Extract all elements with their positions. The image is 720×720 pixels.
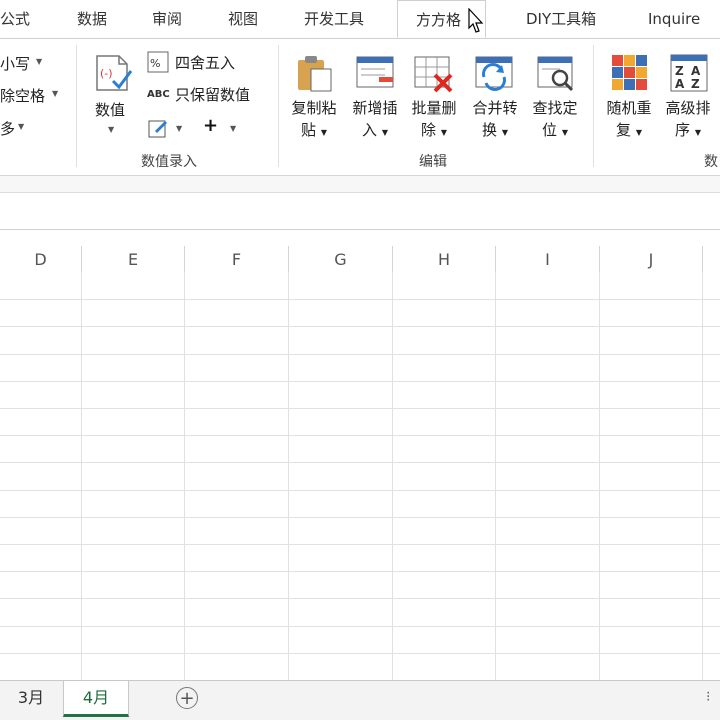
group-label-edit: 编辑 <box>419 154 447 170</box>
row-gridline <box>0 598 720 599</box>
keep-values-button[interactable]: 只保留数值 <box>175 84 250 105</box>
svg-text:Z: Z <box>675 64 684 78</box>
row-gridline <box>0 381 720 382</box>
chevron-down-icon: ▼ <box>176 124 183 133</box>
column-gridline <box>81 272 82 680</box>
row-gridline <box>0 653 720 654</box>
lowercase-button[interactable]: 小写 <box>0 53 30 74</box>
tab-view[interactable]: 视图 <box>228 0 258 38</box>
tab-inquire[interactable]: Inquire <box>648 0 700 38</box>
column-header-f[interactable]: F <box>185 246 289 272</box>
column-gridline <box>702 272 703 680</box>
chevron-down-icon: ▼ <box>52 89 59 98</box>
svg-text:%: % <box>150 57 160 70</box>
round-icon: % <box>147 51 169 73</box>
tab-developer[interactable]: 开发工具 <box>304 0 364 38</box>
row-gridline <box>0 544 720 545</box>
chevron-down-icon: ▼ <box>230 124 237 133</box>
column-header-g[interactable]: G <box>289 246 393 272</box>
svg-text:Z: Z <box>691 77 700 91</box>
clipboard-paste-icon <box>298 56 332 92</box>
row-gridline <box>0 462 720 463</box>
row-gridline <box>0 571 720 572</box>
advanced-sort-button[interactable]: 高级排序 ▼ <box>658 97 718 144</box>
column-header-d[interactable]: D <box>0 246 82 272</box>
column-header-i[interactable]: I <box>496 246 600 272</box>
svg-text:A: A <box>675 77 685 91</box>
group-label-numeric-entry: 数值录入 <box>141 154 197 170</box>
group-separator <box>593 45 594 167</box>
column-gridline <box>599 272 600 680</box>
merge-convert-icon <box>475 56 513 91</box>
column-header-e[interactable]: E <box>82 246 185 272</box>
group-label-data: 数 <box>704 154 718 170</box>
add-sheet-icon[interactable]: + <box>176 687 198 709</box>
batch-delete-icon <box>414 56 453 93</box>
advanced-sort-icon: Z A A Z <box>670 54 708 92</box>
sheet-tab-april[interactable]: 4月 <box>63 681 129 717</box>
batch-delete-button[interactable]: 批量删除 ▼ <box>404 97 464 144</box>
abc-icon: ABC <box>147 89 170 100</box>
row-gridline <box>0 490 720 491</box>
more-button[interactable]: 多 <box>0 118 15 139</box>
sheet-tab-march[interactable]: 3月 <box>0 681 62 717</box>
sheet-tab-bar: 3月 4月 + ⁝ <box>0 680 720 720</box>
formula-bar[interactable] <box>0 193 720 230</box>
copy-paste-button[interactable]: 复制粘贴 ▼ <box>284 97 344 144</box>
insert-button[interactable]: 新增插入 ▼ <box>345 97 405 144</box>
value-button[interactable]: 数值 <box>95 99 125 120</box>
chevron-down-icon: ▼ <box>36 57 43 66</box>
value-format-icon: (-) <box>96 55 133 91</box>
mouse-cursor-icon <box>468 8 484 33</box>
ribbon-tab-bar: 公式 数据 审阅 视图 开发工具 方方格 DIY工具箱 Inquire <box>0 0 720 38</box>
column-gridline <box>495 272 496 680</box>
row-gridline <box>0 354 720 355</box>
tab-formulas[interactable]: 公式 <box>0 0 30 38</box>
add-icon[interactable]: + <box>203 115 218 136</box>
svg-text:A: A <box>691 64 701 78</box>
chevron-down-icon: ▼ <box>18 122 25 131</box>
row-gridline <box>0 408 720 409</box>
row-gridline <box>0 626 720 627</box>
tab-data[interactable]: 数据 <box>77 0 107 38</box>
round-button[interactable]: 四舍五入 <box>175 52 235 73</box>
column-gridline <box>184 272 185 680</box>
edit-cell-icon[interactable] <box>147 117 169 139</box>
random-repeat-icon <box>612 55 647 90</box>
tab-diy-toolbox[interactable]: DIY工具箱 <box>526 0 596 38</box>
insert-row-icon <box>356 56 394 88</box>
merge-convert-button[interactable]: 合并转换 ▼ <box>465 97 525 144</box>
random-repeat-button[interactable]: 随机重复 ▼ <box>599 97 659 144</box>
svg-text:(-): (-) <box>100 67 113 80</box>
row-gridline <box>0 326 720 327</box>
scroll-handle-icon[interactable]: ⁝ <box>706 689 720 713</box>
row-gridline <box>0 435 720 436</box>
cell-grid[interactable] <box>0 272 720 680</box>
remove-spaces-button[interactable]: 除空格 <box>0 85 45 106</box>
column-header-j[interactable]: J <box>600 246 703 272</box>
column-gridline <box>288 272 289 680</box>
group-separator <box>76 45 77 167</box>
row-gridline <box>0 299 720 300</box>
row-gridline <box>0 517 720 518</box>
column-header-row: D E F G H I J <box>0 246 720 273</box>
find-locate-button[interactable]: 查找定位 ▼ <box>525 97 585 144</box>
column-header-h[interactable]: H <box>393 246 496 272</box>
group-separator <box>278 45 279 167</box>
chevron-down-icon: ▼ <box>108 125 115 134</box>
ribbon-bottom-strip <box>0 176 720 193</box>
find-locate-icon <box>537 56 574 92</box>
tab-review[interactable]: 审阅 <box>152 0 182 38</box>
ribbon-panel: 小写 ▼ 除空格 ▼ 多 ▼ (-) 数值 ▼ % 四舍五入 ABC 只保留数值… <box>0 38 720 176</box>
column-gridline <box>392 272 393 680</box>
